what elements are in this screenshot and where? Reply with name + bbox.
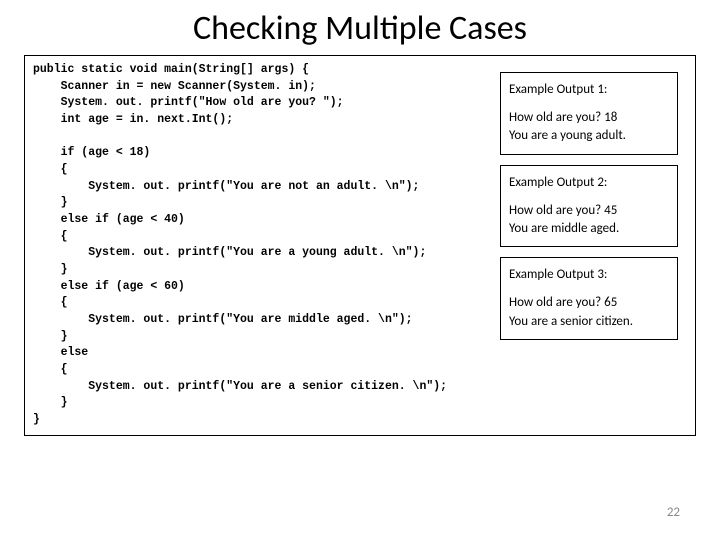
example-box-3: Example Output 3: How old are you? 65 Yo… [500,257,678,340]
example-response: You are a senior citizen. [509,313,669,331]
example-prompt: How old are you? 65 [509,294,669,312]
example-label: Example Output 3: [509,266,669,284]
example-prompt: How old are you? 45 [509,202,669,220]
page-number: 22 [667,505,680,520]
example-boxes: Example Output 1: How old are you? 18 Yo… [500,72,678,340]
example-box-1: Example Output 1: How old are you? 18 Yo… [500,72,678,155]
slide-title: Checking Multiple Cases [24,8,696,49]
slide: Checking Multiple Cases public static vo… [0,0,720,540]
example-label: Example Output 1: [509,81,669,99]
example-response: You are a young adult. [509,127,669,145]
example-prompt: How old are you? 18 [509,109,669,127]
example-box-2: Example Output 2: How old are you? 45 Yo… [500,165,678,248]
example-label: Example Output 2: [509,174,669,192]
example-response: You are middle aged. [509,220,669,238]
